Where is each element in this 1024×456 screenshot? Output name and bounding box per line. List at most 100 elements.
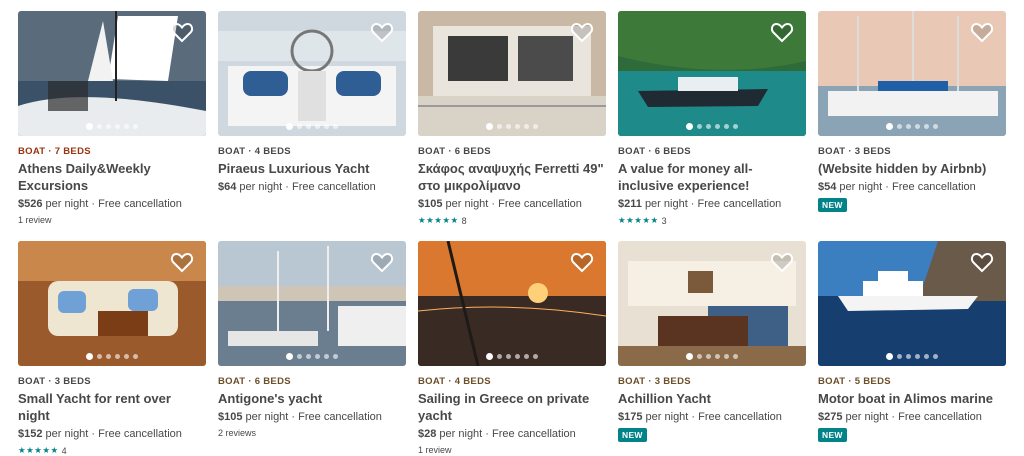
carousel-dot[interactable] [124,354,129,359]
carousel-dot[interactable] [133,354,138,359]
carousel-dot[interactable] [915,124,920,129]
listing-title[interactable]: Sailing in Greece on private yacht [418,390,606,424]
carousel-dot[interactable] [686,353,693,360]
listing-photo[interactable] [18,11,206,136]
carousel-dot[interactable] [906,354,911,359]
carousel-dot[interactable] [315,354,320,359]
listing-card[interactable]: BOAT · 4 BEDS Piraeus Luxurious Yacht $6… [218,11,406,195]
save-to-wishlist-button[interactable] [570,251,594,273]
carousel-dot[interactable] [124,124,129,129]
listing-photo[interactable] [18,241,206,366]
carousel-dot[interactable] [915,354,920,359]
listing-card[interactable]: BOAT · 3 BEDS Achillion Yacht $175 per n… [618,241,806,443]
listing-card[interactable]: BOAT · 6 BEDS Antigone's yacht $105 per … [218,241,406,438]
listing-title[interactable]: A value for money all-inclusive experien… [618,160,806,194]
carousel-dot[interactable] [706,354,711,359]
carousel-dot[interactable] [697,354,702,359]
listing-photo[interactable] [818,11,1006,136]
save-to-wishlist-button[interactable] [570,21,594,43]
listing-title[interactable]: Achillion Yacht [618,390,806,407]
listing-photo[interactable] [818,241,1006,366]
carousel-dot[interactable] [933,124,938,129]
listing-title[interactable]: Piraeus Luxurious Yacht [218,160,406,177]
listing-title[interactable]: Motor boat in Alimos marine [818,390,1006,407]
carousel-dot[interactable] [897,124,902,129]
save-to-wishlist-button[interactable] [970,251,994,273]
listing-card[interactable]: BOAT · 3 BEDS (Website hidden by Airbnb)… [818,11,1006,213]
carousel-dot[interactable] [115,354,120,359]
listing-photo[interactable] [218,11,406,136]
listing-card[interactable]: BOAT · 6 BEDS A value for money all-incl… [618,11,806,226]
carousel-dot[interactable] [497,124,502,129]
listing-photo[interactable] [618,11,806,136]
carousel-dot[interactable] [297,354,302,359]
carousel-dot[interactable] [306,124,311,129]
listing-photo[interactable] [418,241,606,366]
listing-photo[interactable] [418,11,606,136]
carousel-dot[interactable] [686,123,693,130]
carousel-dot[interactable] [506,124,511,129]
save-to-wishlist-button[interactable] [770,251,794,273]
carousel-dot[interactable] [86,123,93,130]
carousel-dot[interactable] [533,124,538,129]
listing-title[interactable]: (Website hidden by Airbnb) [818,160,1006,177]
save-to-wishlist-button[interactable] [370,21,394,43]
carousel-dot[interactable] [524,354,529,359]
carousel-dot[interactable] [333,124,338,129]
carousel-dot[interactable] [297,124,302,129]
carousel-dot[interactable] [515,124,520,129]
carousel-dot[interactable] [724,124,729,129]
carousel-dot[interactable] [515,354,520,359]
carousel-dot[interactable] [886,353,893,360]
carousel-dot[interactable] [906,124,911,129]
carousel-dot[interactable] [106,354,111,359]
listing-title[interactable]: Σκάφος αναψυχής Ferretti 49" στο μικρολί… [418,160,606,194]
carousel-dot[interactable] [115,124,120,129]
carousel-dot[interactable] [133,124,138,129]
carousel-dot[interactable] [733,124,738,129]
carousel-dot[interactable] [486,353,493,360]
save-to-wishlist-button[interactable] [770,21,794,43]
carousel-dot[interactable] [533,354,538,359]
carousel-dot[interactable] [286,353,293,360]
listing-card[interactable]: BOAT · 7 BEDS Athens Daily&Weekly Excurs… [18,11,206,225]
listing-photo[interactable] [218,241,406,366]
carousel-dot[interactable] [933,354,938,359]
carousel-dot[interactable] [924,354,929,359]
carousel-dot[interactable] [97,124,102,129]
save-to-wishlist-button[interactable] [170,21,194,43]
carousel-dot[interactable] [715,354,720,359]
listing-card[interactable]: BOAT · 6 BEDS Σκάφος αναψυχής Ferretti 4… [418,11,606,226]
carousel-dot[interactable] [506,354,511,359]
carousel-dot[interactable] [724,354,729,359]
carousel-dot[interactable] [97,354,102,359]
carousel-dot[interactable] [497,354,502,359]
carousel-dot[interactable] [106,124,111,129]
save-to-wishlist-button[interactable] [170,251,194,273]
carousel-dot[interactable] [706,124,711,129]
carousel-dot[interactable] [333,354,338,359]
save-to-wishlist-button[interactable] [970,21,994,43]
carousel-dot[interactable] [733,354,738,359]
carousel-dot[interactable] [524,124,529,129]
carousel-dot[interactable] [886,123,893,130]
save-to-wishlist-button[interactable] [370,251,394,273]
carousel-dot[interactable] [306,354,311,359]
listing-card[interactable]: BOAT · 5 BEDS Motor boat in Alimos marin… [818,241,1006,443]
carousel-dot[interactable] [324,354,329,359]
carousel-dot[interactable] [86,353,93,360]
carousel-dot[interactable] [315,124,320,129]
carousel-dot[interactable] [324,124,329,129]
listing-card[interactable]: BOAT · 4 BEDS Sailing in Greece on priva… [418,241,606,455]
listing-photo[interactable] [618,241,806,366]
carousel-dot[interactable] [486,123,493,130]
carousel-dot[interactable] [286,123,293,130]
carousel-dot[interactable] [924,124,929,129]
listing-title[interactable]: Small Yacht for rent over night [18,390,206,424]
listing-title[interactable]: Antigone's yacht [218,390,406,407]
carousel-dot[interactable] [897,354,902,359]
carousel-dot[interactable] [715,124,720,129]
listing-title[interactable]: Athens Daily&Weekly Excursions [18,160,206,194]
carousel-dot[interactable] [697,124,702,129]
listing-card[interactable]: BOAT · 3 BEDS Small Yacht for rent over … [18,241,206,456]
